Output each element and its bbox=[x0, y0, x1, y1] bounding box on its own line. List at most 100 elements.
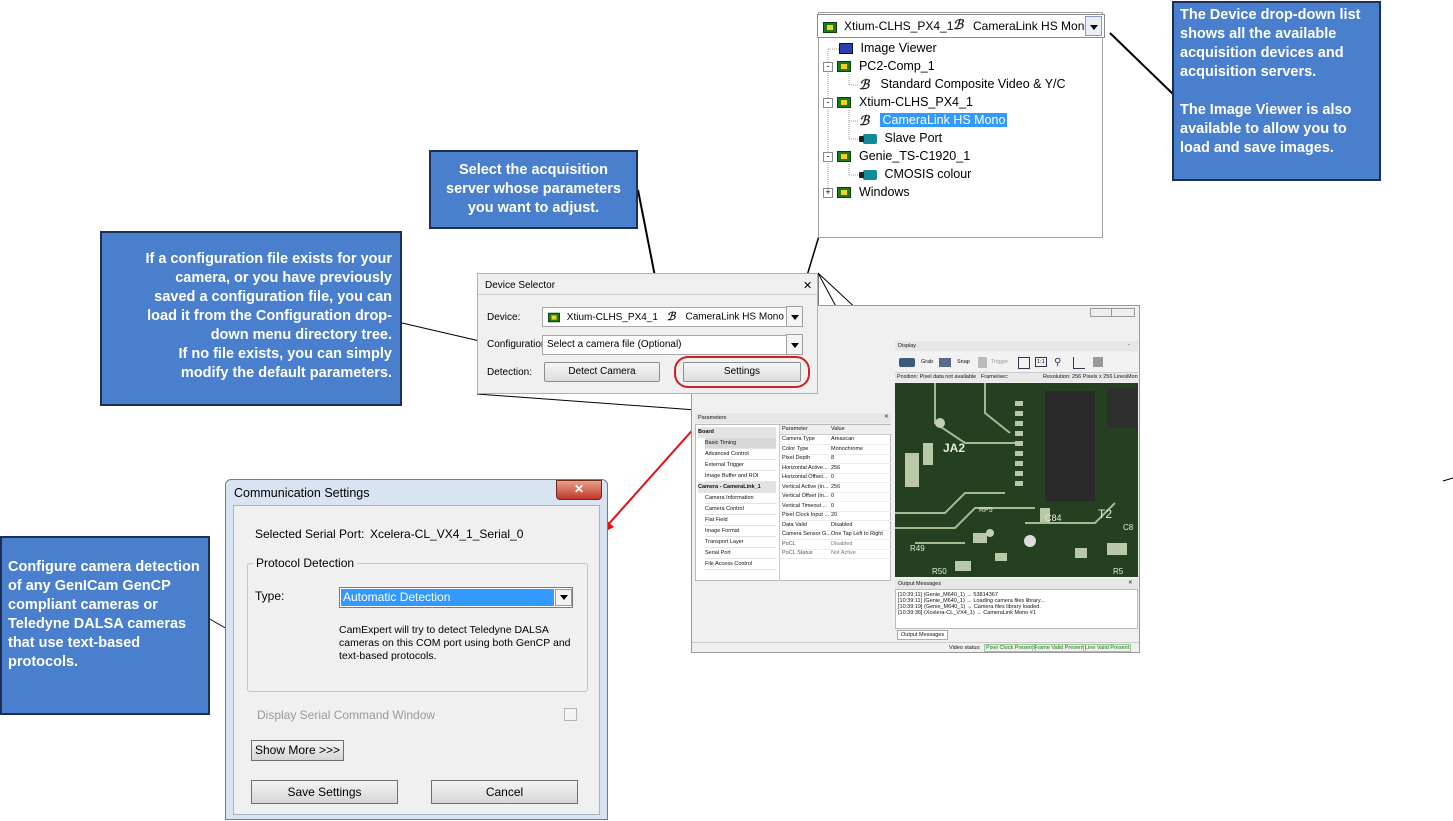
tree-item-cameralink-hs-mono[interactable]: ℬ CameraLink HS Mono bbox=[859, 112, 1008, 129]
tree-item-cmosis-colour[interactable]: CMOSIS colour bbox=[859, 166, 971, 183]
category-item[interactable]: Basic Timing bbox=[705, 438, 776, 449]
tree-item-pc2-comp[interactable]: - PC2-Comp_1 bbox=[823, 58, 935, 75]
param-row[interactable]: Color Type Monochrome bbox=[780, 445, 892, 455]
device-selector-title: Device Selector bbox=[485, 280, 556, 291]
detect-camera-button[interactable]: Detect Camera bbox=[544, 362, 660, 382]
output-messages: [10:39:11] (Genie_M640_1) → 53814367 [10… bbox=[895, 589, 1138, 629]
category-item[interactable]: Image Format bbox=[705, 526, 776, 537]
category-item[interactable]: Board bbox=[698, 427, 776, 438]
snap-icon[interactable] bbox=[939, 358, 951, 367]
zoom-icon[interactable]: ⚲ bbox=[1054, 357, 1061, 368]
captured-image: JA2 RP5 C84 T2 R49 R50 C8 R5 bbox=[895, 383, 1138, 577]
server-value: CameraLink HS Mono bbox=[685, 311, 784, 323]
type-dropdown[interactable]: Automatic Detection bbox=[339, 587, 573, 608]
callout-image-viewer-text: The Image Viewer is also available to al… bbox=[1180, 102, 1352, 156]
callout-configure-detection: Configure camera detection of any GenICa… bbox=[0, 536, 210, 715]
communication-settings-dialog: Communication Settings ✕ Selected Serial… bbox=[225, 479, 608, 820]
param-row[interactable]: Vertical Active (in... 256 bbox=[780, 483, 892, 493]
category-item[interactable]: Camera Control bbox=[705, 504, 776, 515]
tree-item-composite-video[interactable]: ℬ Standard Composite Video & Y/C bbox=[859, 76, 1066, 93]
param-row[interactable]: Camera Sensor G... One Tap Left to Right bbox=[780, 530, 892, 540]
configuration-dropdown-button[interactable] bbox=[786, 334, 803, 355]
pcb-label: JA2 bbox=[943, 441, 966, 455]
device-dropdown[interactable]: Xtium-CLHS_PX4_1 ℬ CameraLink HS Mono bbox=[542, 307, 803, 327]
param-name: Vertical Offset (in... bbox=[782, 493, 829, 499]
output-line: [10:39:36] (Xcelera-CL_VX4_1) → CameraLi… bbox=[898, 610, 1036, 616]
category-item[interactable]: Advanced Control bbox=[705, 449, 776, 460]
collapse-icon[interactable]: - bbox=[823, 61, 833, 72]
trigger-icon[interactable] bbox=[978, 357, 987, 368]
grab-button[interactable]: Grab bbox=[921, 359, 933, 365]
param-row[interactable]: Pixel Clock Input ... 20 bbox=[780, 511, 892, 521]
tree-item-slave-port[interactable]: Slave Port bbox=[859, 130, 942, 147]
category-item[interactable]: Camera - CameraLink_1 bbox=[698, 482, 776, 493]
category-item[interactable]: Image Buffer and ROI bbox=[705, 471, 776, 482]
param-row[interactable]: Vertical Offset (in... 0 bbox=[780, 492, 892, 502]
trigger-button[interactable]: Trigger bbox=[991, 359, 1008, 365]
param-value: Monochrome bbox=[831, 445, 864, 452]
param-row[interactable]: PoCL Disabled bbox=[780, 540, 892, 550]
show-more-button[interactable]: Show More >>> bbox=[251, 740, 344, 761]
param-row[interactable]: Data Valid Disabled bbox=[780, 521, 892, 531]
close-icon[interactable] bbox=[1111, 308, 1135, 317]
category-item[interactable]: External Trigger bbox=[705, 460, 776, 471]
snap-button[interactable]: Snap bbox=[957, 359, 970, 365]
restore-icon[interactable] bbox=[1090, 308, 1112, 317]
param-name: Color Type bbox=[782, 445, 809, 452]
callout-config-line: If no file exists, you can simply bbox=[178, 346, 392, 362]
tree-item-xtium[interactable]: - Xtium-CLHS_PX4_1 bbox=[823, 94, 973, 111]
configuration-label: Configuration: bbox=[487, 339, 550, 350]
board-icon bbox=[837, 151, 852, 163]
callout-select-server-text: Select the acquisition server whose para… bbox=[446, 162, 621, 216]
zoom-1-1-button[interactable]: 1:1 bbox=[1035, 357, 1047, 367]
status-frame: Frame/sec: bbox=[981, 374, 1009, 380]
status-mon: Mon bbox=[1127, 374, 1138, 380]
callout-configure-detection-text: Configure camera detection of any GenICa… bbox=[8, 559, 200, 670]
collapse-icon[interactable]: - bbox=[823, 97, 833, 108]
callout-config-line: load it from the Configuration drop- bbox=[147, 308, 392, 324]
category-item[interactable]: Serial Port bbox=[705, 548, 776, 559]
param-row[interactable]: Horizontal Active... 256 bbox=[780, 464, 892, 474]
output-messages-tab[interactable]: Output Messages bbox=[897, 630, 949, 640]
chevron-down-icon bbox=[560, 595, 568, 600]
parameter-grid: Parameter Value Camera Type Areascan Color… bbox=[779, 425, 892, 581]
save-settings-button[interactable]: Save Settings bbox=[251, 780, 398, 804]
category-item[interactable]: Camera Information bbox=[705, 493, 776, 504]
frame-valid-status: Frame Valid Present bbox=[1032, 644, 1086, 652]
category-item[interactable]: File Access Control bbox=[705, 559, 776, 570]
close-icon[interactable]: ✕ bbox=[884, 414, 889, 420]
param-row[interactable]: Horizontal Offset... 0 bbox=[780, 473, 892, 483]
param-row[interactable]: PoCL Status Not Active bbox=[780, 549, 892, 559]
param-value: 0 bbox=[831, 474, 835, 480]
param-name: Vertical Active (in... bbox=[782, 483, 829, 490]
type-dropdown-button[interactable] bbox=[555, 589, 572, 606]
tree-item-label: CameraLink HS Mono bbox=[880, 113, 1008, 127]
cancel-button[interactable]: Cancel bbox=[431, 780, 578, 804]
parameters-title: Parameters bbox=[698, 415, 727, 421]
device-dropdown-list[interactable]: Xtium-CLHS_PX4_1 ℬ CameraLink HS Mono Im… bbox=[817, 12, 1105, 238]
param-row[interactable]: Camera Type Areascan bbox=[780, 435, 892, 445]
tree-item-image-viewer[interactable]: Image Viewer bbox=[839, 40, 937, 57]
close-button[interactable]: ✕ bbox=[556, 480, 602, 500]
collapse-icon[interactable]: - bbox=[823, 151, 833, 162]
grab-icon[interactable] bbox=[899, 358, 915, 367]
tree-item-windows[interactable]: + Windows bbox=[823, 184, 910, 201]
close-icon[interactable]: ✕ bbox=[1128, 580, 1133, 586]
close-icon[interactable]: ✕ bbox=[803, 279, 812, 292]
configuration-dropdown[interactable]: Select a camera file (Optional) bbox=[542, 335, 803, 355]
histogram-icon[interactable] bbox=[1073, 357, 1085, 369]
category-item[interactable]: Transport Layer bbox=[705, 537, 776, 548]
expand-icon[interactable]: + bbox=[823, 187, 833, 198]
tree-item-genie[interactable]: - Genie_TS-C1920_1 bbox=[823, 148, 970, 165]
fit-icon[interactable] bbox=[1018, 357, 1030, 369]
serial-port-label: Selected Serial Port: bbox=[255, 527, 365, 541]
param-row[interactable]: Pixel Depth 8 bbox=[780, 454, 892, 464]
settings-highlight bbox=[674, 356, 810, 388]
device-dropdown-button[interactable] bbox=[786, 306, 803, 327]
stop-icon[interactable] bbox=[1093, 357, 1103, 367]
param-row[interactable]: Vertical Timeout ... 0 bbox=[780, 502, 892, 512]
category-item[interactable]: Flat Field bbox=[705, 515, 776, 526]
cable-icon: ℬ bbox=[666, 311, 676, 323]
display-serial-checkbox[interactable] bbox=[564, 708, 577, 721]
detection-label: Detection: bbox=[487, 367, 533, 378]
